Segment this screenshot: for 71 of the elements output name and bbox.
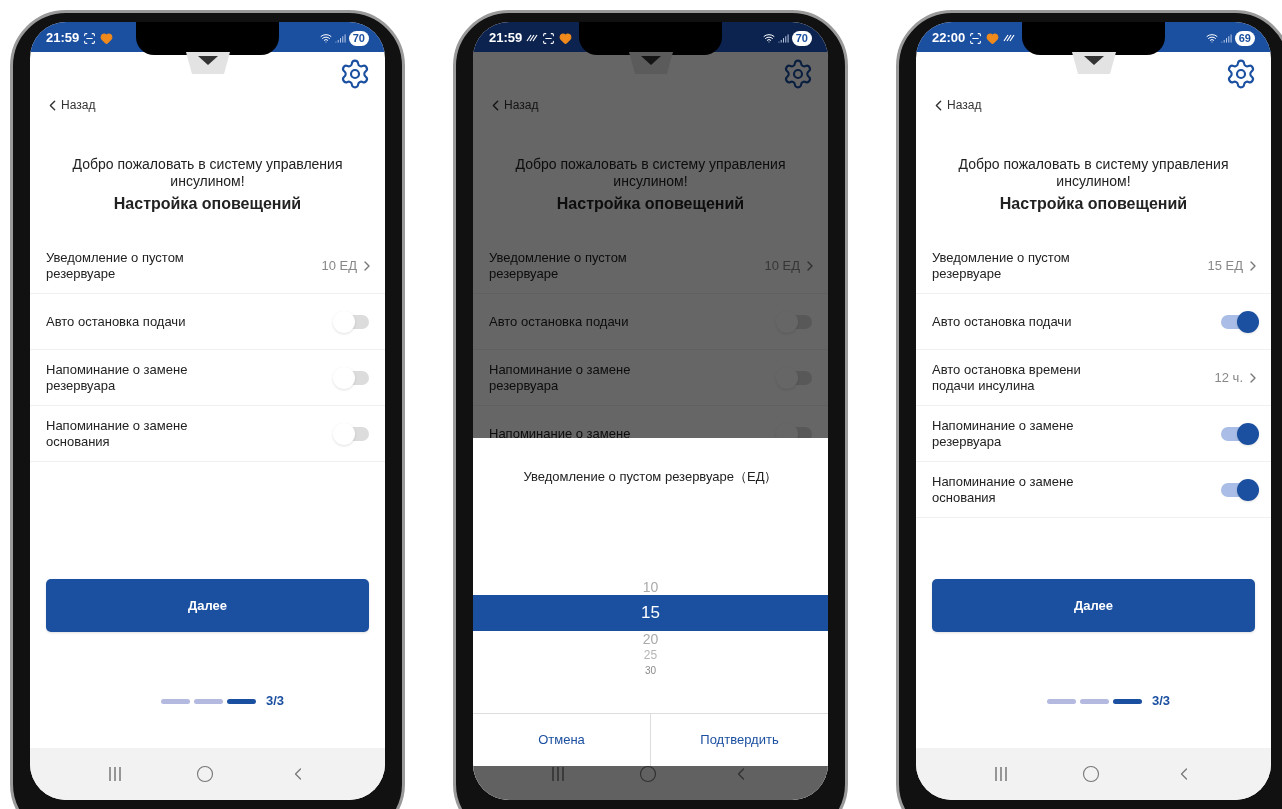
- screen-heading: Настройка оповещений: [112, 194, 303, 214]
- settings-row[interactable]: Напоминание о замене основания: [916, 462, 1271, 518]
- wifi-icon: [762, 32, 775, 44]
- welcome-text: Добро пожаловать в систему управления инсулином!: [957, 156, 1230, 190]
- setting-label: Уведомление о пустом резервуаре: [46, 249, 185, 282]
- next-button[interactable]: Далее: [46, 579, 369, 632]
- settings-row[interactable]: Напоминание о замене основания: [30, 406, 385, 462]
- recents-icon[interactable]: [549, 766, 566, 782]
- settings-row[interactable]: Авто остановка подачи: [916, 294, 1271, 350]
- setting-value: 15 ЕД: [1207, 256, 1243, 275]
- welcome-text: Добро пожаловать в систему управления инсулином!: [71, 156, 344, 190]
- picker-option[interactable]: 15: [473, 594, 828, 631]
- next-button[interactable]: Далее: [932, 579, 1255, 632]
- wave-lines-icon: [526, 34, 539, 42]
- back-button[interactable]: Назад: [930, 96, 982, 114]
- wave-lines-icon: [1003, 34, 1016, 42]
- setting-label: Авто остановка времени подачи инсулина: [932, 361, 1082, 394]
- home-icon[interactable]: [639, 765, 658, 783]
- recents-icon[interactable]: [992, 766, 1009, 782]
- pull-tab-icon: [629, 52, 673, 74]
- battery-level: 70: [348, 30, 369, 46]
- battery-level: 70: [791, 30, 812, 46]
- settings-row[interactable]: Авто остановка времени подачи инсулина 12 ч.: [916, 350, 1271, 406]
- status-time: 21:59: [489, 29, 523, 48]
- setting-label: Напоминание о замене резервуара: [932, 417, 1075, 450]
- recents-icon[interactable]: [106, 766, 123, 782]
- progress-label: 3/3: [1151, 692, 1171, 711]
- signal-icon: [777, 32, 789, 44]
- scan-icon: [83, 31, 97, 45]
- confirm-button[interactable]: Подтвердить: [651, 714, 828, 766]
- cancel-button[interactable]: Отмена: [473, 714, 651, 766]
- screen-heading: Настройка оповещений: [998, 194, 1189, 214]
- settings-row[interactable]: Уведомление о пустом резервуаре 15 ЕД: [916, 238, 1271, 294]
- setting-label: Напоминание о замене резервуара: [46, 361, 189, 394]
- battery-level: 69: [1234, 30, 1255, 46]
- settings-icon[interactable]: [339, 58, 371, 90]
- setting-label: Уведомление о пустом резервуаре: [932, 249, 1071, 282]
- setting-label: Авто остановка подачи: [489, 313, 630, 330]
- scan-icon: [969, 31, 983, 45]
- settings-row[interactable]: Напоминание о замене резервуара: [30, 350, 385, 406]
- setting-label: Напоминание о замене: [489, 425, 632, 442]
- wifi-icon: [1205, 32, 1218, 44]
- setting-value: 10 ЕД: [321, 256, 357, 275]
- setting-label: Напоминание о замене резервуара: [489, 361, 632, 394]
- signal-icon: [1220, 32, 1232, 44]
- setting-value: 12 ч.: [1214, 368, 1243, 387]
- wifi-icon: [319, 32, 332, 44]
- setting-label: Авто остановка подачи: [932, 313, 1073, 330]
- setting-label: Напоминание о замене основания: [46, 417, 189, 450]
- setting-label: Напоминание о замене основания: [932, 473, 1075, 506]
- setting-label: Уведомление о пустом резервуаре: [489, 249, 628, 282]
- scan-icon: [542, 31, 556, 45]
- pull-tab-icon: [1072, 52, 1116, 74]
- settings-row[interactable]: Напоминание о замене резервуара: [916, 406, 1271, 462]
- heart-icon: [559, 31, 573, 45]
- setting-label: Авто остановка подачи: [46, 313, 187, 330]
- pull-tab-icon: [186, 52, 230, 74]
- settings-row[interactable]: Авто остановка подачи: [30, 294, 385, 350]
- back-button[interactable]: Назад: [44, 96, 96, 114]
- picker-title: Уведомление о пустом резервуаре（ЕД）: [522, 468, 779, 486]
- status-time: 22:00: [932, 29, 966, 48]
- picker-option[interactable]: 30: [644, 662, 657, 679]
- progress-label: 3/3: [265, 692, 285, 711]
- status-time: 21:59: [46, 29, 80, 48]
- welcome-text: Добро пожаловать в систему управления инсулином!: [514, 156, 787, 190]
- screen-heading: Настройка оповещений: [555, 194, 746, 214]
- signal-icon: [334, 32, 346, 44]
- heart-icon: [986, 31, 1000, 45]
- settings-icon[interactable]: [1225, 58, 1257, 90]
- heart-icon: [100, 31, 114, 45]
- settings-row[interactable]: Уведомление о пустом резервуаре 10 ЕД: [30, 238, 385, 294]
